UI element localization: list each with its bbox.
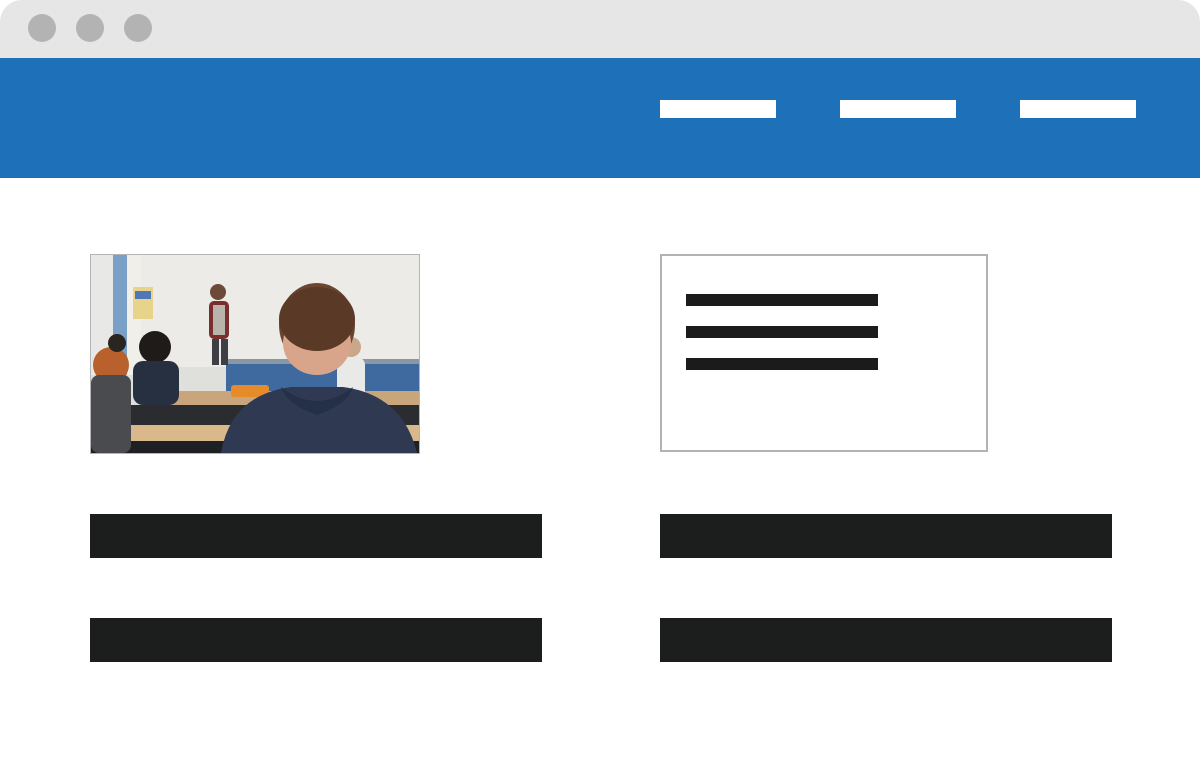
- content-block: [660, 618, 1112, 662]
- title-bar: [0, 0, 1200, 58]
- window-minimize-dot[interactable]: [76, 14, 104, 42]
- text-card: [660, 254, 988, 452]
- content-block: [90, 514, 542, 558]
- content-block: [660, 514, 1112, 558]
- nav-link-1[interactable]: [660, 100, 776, 118]
- site-header: [0, 58, 1200, 178]
- nav-link-3[interactable]: [1020, 100, 1136, 118]
- window-close-dot[interactable]: [28, 14, 56, 42]
- classroom-image: [90, 254, 420, 454]
- content-block: [90, 618, 542, 662]
- text-line: [686, 358, 878, 370]
- browser-window: [0, 0, 1200, 780]
- text-line: [686, 326, 878, 338]
- text-line: [686, 294, 878, 306]
- classroom-photo-icon: [91, 255, 419, 453]
- nav-link-2[interactable]: [840, 100, 956, 118]
- window-maximize-dot[interactable]: [124, 14, 152, 42]
